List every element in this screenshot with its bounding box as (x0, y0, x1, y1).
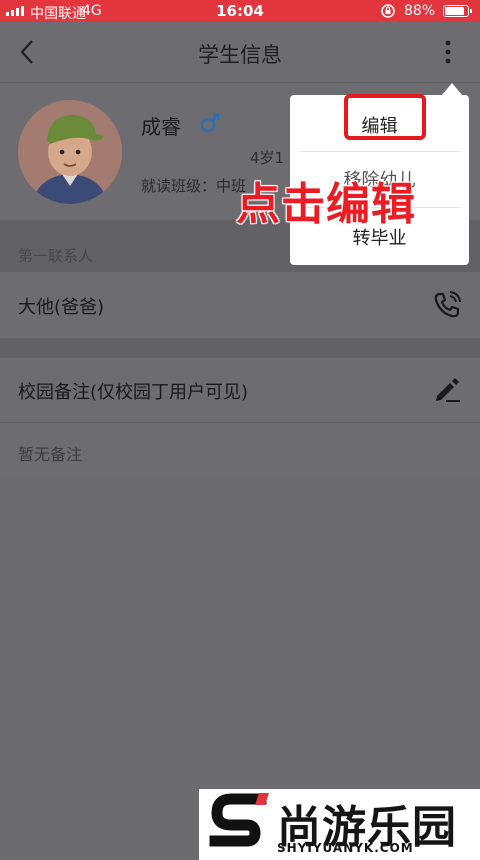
tutorial-annotation: 点击编辑 (236, 179, 416, 230)
nav-bar: 学生信息 (0, 22, 480, 83)
watermark-url: SHYIYUANYK.COM (277, 841, 414, 855)
section-divider (0, 338, 480, 358)
contact-row[interactable]: 大他(爸爸) (0, 272, 480, 338)
avatar (18, 100, 122, 204)
notes-title: 校园备注(仅校园丁用户可见) (18, 382, 249, 403)
orientation-lock-icon (380, 3, 396, 23)
pencil-icon[interactable] (432, 374, 462, 404)
more-vertical-icon[interactable] (440, 38, 456, 66)
divider (0, 422, 480, 423)
edit-highlight-box (344, 94, 426, 140)
student-class: 就读班级：中班 (141, 177, 247, 195)
student-age: 4岁1 (250, 149, 285, 167)
notes-empty-text: 暂无备注 (18, 445, 83, 464)
battery-icon (443, 5, 472, 17)
status-bar: 中国联通 4G 16:04 88% (0, 0, 480, 22)
brand-logo-icon (209, 793, 269, 855)
battery-percent: 88% (404, 3, 436, 19)
contact-section-label: 第一联系人 (18, 247, 94, 265)
student-name: 成睿 (141, 115, 181, 139)
male-icon (199, 112, 221, 134)
phone-call-icon[interactable] (432, 290, 462, 320)
contact-name: 大他(爸爸) (18, 297, 105, 318)
page-title: 学生信息 (198, 43, 282, 67)
menu-divider (300, 151, 460, 152)
watermark: 尚游乐园 SHYIYUANYK.COM (199, 789, 480, 860)
